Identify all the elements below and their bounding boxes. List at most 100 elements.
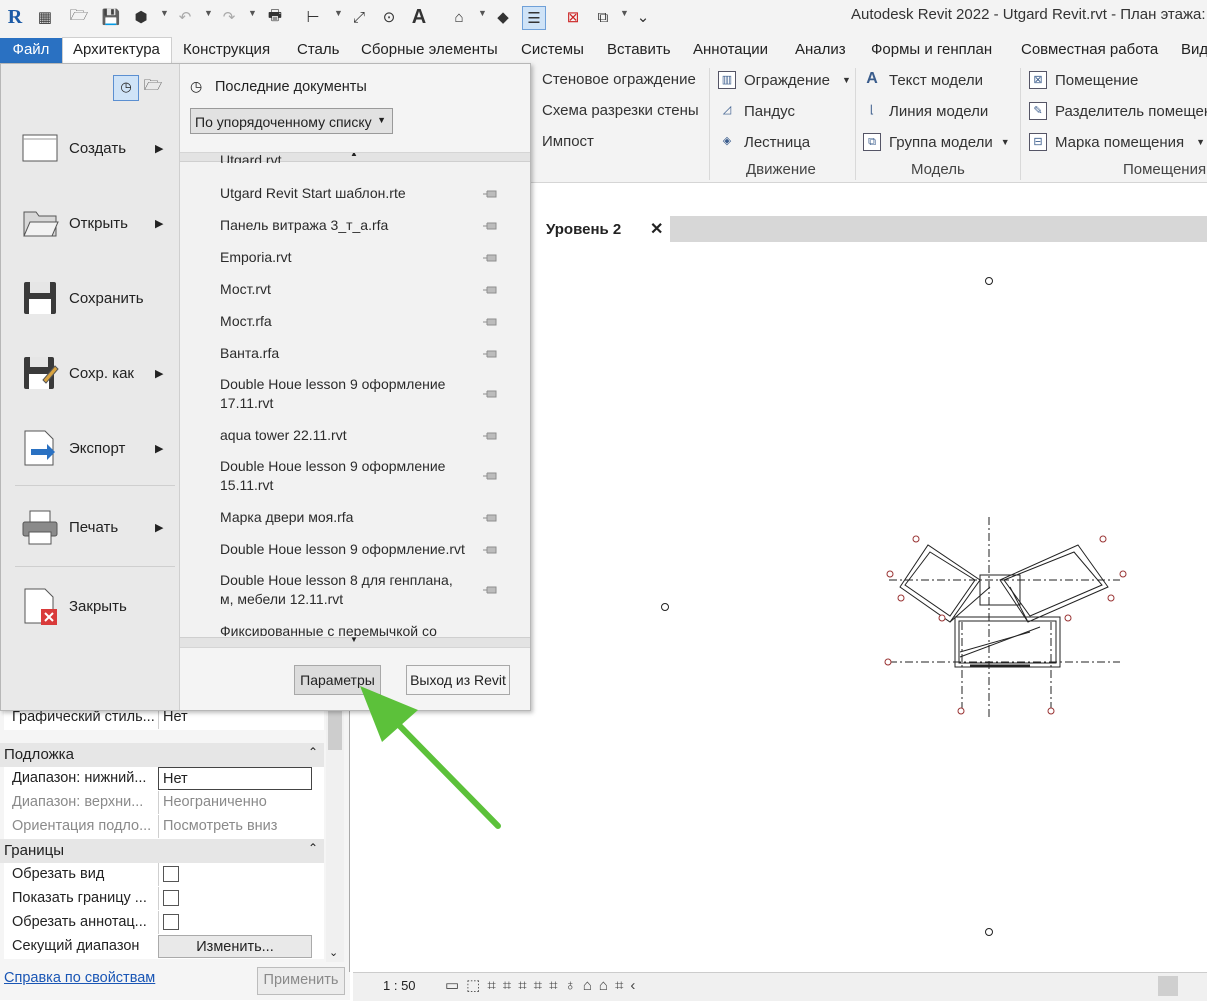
menu-item-save-as[interactable]: Сохр. как [21,351,171,395]
list-item[interactable]: Double Houe lesson 9 оформление.rvt [220,540,470,559]
stair-button[interactable]: ◈ Лестница [718,133,810,151]
pin-icon[interactable] [482,471,498,481]
tab-massing-site[interactable]: Формы и генплан [871,41,992,58]
sync-dropdown-icon[interactable]: ▼ [160,8,169,18]
pin-icon[interactable] [482,221,498,231]
view-tab-level-2[interactable]: Уровень 2 ✕ [530,216,670,242]
scroll-down-icon[interactable]: ⌄ [329,946,338,959]
annotation-crop-checkbox[interactable] [163,914,179,930]
list-item[interactable]: Мост.rfa [220,312,470,331]
room-separator-button[interactable]: ✎ Разделитель помещен [1029,102,1207,120]
switch-windows-dropdown-icon[interactable]: ▼ [620,8,629,18]
pin-icon[interactable] [482,585,498,595]
tab-structure[interactable]: Конструкция [183,41,270,58]
section-icon[interactable]: ◆ [492,6,514,28]
list-item[interactable]: aqua tower 22.11.rvt [220,426,470,445]
model-text-button[interactable]: A Текст модели [863,71,983,89]
list-item[interactable]: Double Houe lesson 9 оформление 17.11.rv… [220,375,470,413]
property-group-extents[interactable]: Границы ⌃ [0,839,324,863]
list-item[interactable]: Double Houe lesson 8 для генплана, м, ме… [220,571,470,609]
pin-icon[interactable] [482,285,498,295]
room-button[interactable]: ⊠ Помещение [1029,71,1138,89]
tab-annotate[interactable]: Аннотации [693,41,768,58]
text-icon[interactable]: A [408,6,430,28]
apply-button[interactable]: Применить [257,967,345,995]
pin-icon[interactable] [482,189,498,199]
tab-architecture[interactable]: Архитектура [73,41,160,58]
collapse-icon[interactable]: ⌃ [308,841,318,855]
list-scroll-down[interactable]: ▼ [180,635,530,647]
pin-icon[interactable] [482,389,498,399]
curtain-system-button[interactable]: Стеновое ограждение [542,71,696,88]
list-item[interactable]: Фиксированные с перемычкой со [220,622,470,636]
list-item[interactable]: Панель витража 3_т_а.rfa [220,216,470,235]
ramp-button[interactable]: ◿ Пандус [718,102,795,120]
tab-insert[interactable]: Вставить [607,41,671,58]
recent-documents-list[interactable]: ▲ Utgard.rvt Utgard Revit Start шаблон.r… [180,152,530,648]
pin-icon[interactable] [482,253,498,263]
model-line-button[interactable]: ⌊ Линия модели [863,102,988,120]
room-tag-button[interactable]: ⊟ Марка помещения ▼ [1029,133,1205,151]
home-icon[interactable]: ▦ [34,6,56,28]
list-item[interactable]: Ванта.rfa [220,344,470,363]
property-group-underlay[interactable]: Подложка ⌃ [0,743,324,767]
open-documents-icon[interactable]: 🗁 [141,75,165,99]
model-group-dropdown-icon[interactable]: ▼ [1001,137,1010,147]
list-item[interactable]: Utgard Revit Start шаблон.rte [220,184,470,203]
pin-icon[interactable] [482,317,498,327]
menu-item-save[interactable]: Сохранить [21,276,171,320]
3d-view-dropdown-icon[interactable]: ▼ [478,8,487,18]
view-range-edit-button[interactable]: Изменить... [158,935,312,958]
redo-icon[interactable]: ↷ [218,6,240,28]
redo-dropdown-icon[interactable]: ▼ [248,8,257,18]
list-item[interactable]: Марка двери моя.rfa [220,508,470,527]
pin-icon[interactable] [482,349,498,359]
open-icon[interactable]: 🗁 [68,6,90,28]
curtain-grid-button[interactable]: Схема разрезки стены [542,102,699,119]
mullion-button[interactable]: Импост [542,133,594,150]
railing-dropdown-icon[interactable]: ▼ [842,75,851,85]
list-item[interactable]: Utgard.rvt [220,153,470,163]
properties-help-link[interactable]: Справка по свойствам [4,970,155,986]
horizontal-scrollbar-thumb[interactable] [1158,976,1178,996]
tab-file[interactable]: Файл [0,38,62,64]
recent-documents-icon[interactable]: ◷ [113,75,139,101]
close-hidden-icon[interactable]: ⊠ [562,6,584,28]
property-value-input[interactable]: Нет [158,767,312,790]
list-item[interactable]: Мост.rvt [220,280,470,299]
thin-lines-icon[interactable]: ☰ [522,6,546,30]
crop-view-checkbox[interactable] [163,866,179,882]
view-scale[interactable]: 1 : 50 [383,978,416,993]
room-tag-dropdown-icon[interactable]: ▼ [1196,137,1205,147]
revit-logo-icon[interactable]: R [4,6,26,28]
sync-icon[interactable]: ⬢ [130,6,152,28]
customize-qat-icon[interactable]: ⌄ [632,6,654,28]
crop-region-visible-checkbox[interactable] [163,890,179,906]
aligned-dimension-icon[interactable]: ⤢ [348,6,370,28]
switch-windows-icon[interactable]: ⧉ [592,6,614,28]
save-icon[interactable]: 💾 [100,6,122,28]
undo-icon[interactable]: ↶ [174,6,196,28]
menu-item-close[interactable]: Закрыть [21,584,171,628]
pin-icon[interactable] [482,431,498,441]
tab-view[interactable]: Вид [1181,41,1207,58]
tab-collaborate[interactable]: Совместная работа [1021,41,1158,58]
tab-steel[interactable]: Сталь [297,41,339,58]
collapse-icon[interactable]: ⌃ [308,745,318,759]
pin-icon[interactable] [482,513,498,523]
list-item[interactable]: Emporia.rvt [220,248,470,267]
list-item[interactable]: Double Houe lesson 9 оформление 15.11.rv… [220,457,470,495]
sort-order-select[interactable]: По упорядоченному списку ▼ [190,108,393,134]
print-icon[interactable]: 🖶 [264,6,286,28]
3d-view-icon[interactable]: ⌂ [448,6,470,28]
pin-icon[interactable] [482,545,498,555]
undo-dropdown-icon[interactable]: ▼ [204,8,213,18]
menu-item-new[interactable]: Создать [21,126,171,170]
menu-item-export[interactable]: Экспорт [21,426,171,470]
tab-precast[interactable]: Сборные элементы [361,41,498,58]
measure-dropdown-icon[interactable]: ▼ [334,8,343,18]
railing-button[interactable]: ▥ Ограждение ▼ [718,71,851,89]
tab-analyze[interactable]: Анализ [795,41,846,58]
tab-systems[interactable]: Системы [521,41,584,58]
tag-icon[interactable]: ⊙ [378,6,400,28]
